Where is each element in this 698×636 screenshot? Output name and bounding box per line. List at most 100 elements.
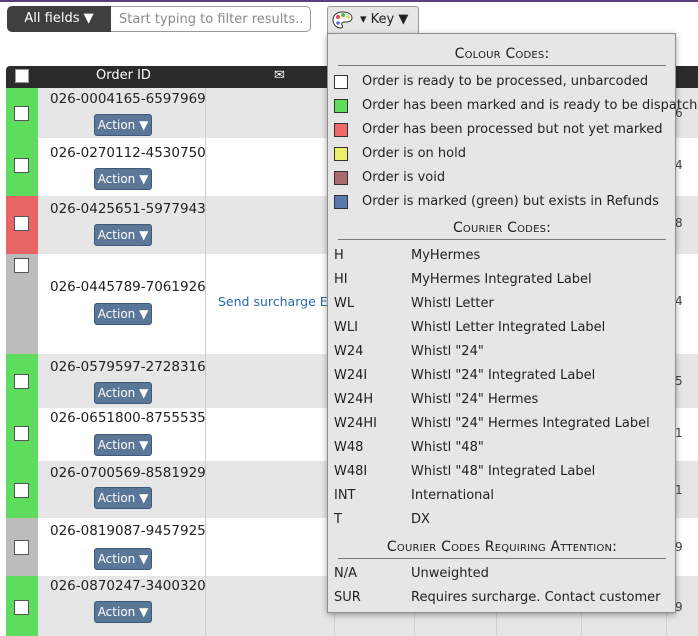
courier-code: W48	[334, 440, 364, 455]
order-id: 026-0270112-4530750	[50, 145, 206, 161]
divider	[338, 558, 666, 559]
courier-code: WLI	[334, 320, 358, 335]
order-id: 026-0004165-6597969	[50, 91, 206, 107]
courier-code-row: W24H Whistl "24" Hermes	[334, 390, 674, 410]
header-mail-icon: ✉	[274, 68, 285, 83]
courier-code-description: Whistl Letter	[411, 296, 494, 311]
order-cell: 026-0819087-9457925 Action ▼	[38, 518, 206, 576]
courier-code-row: WL Whistl Letter	[334, 294, 674, 314]
courier-code-row: INT International	[334, 486, 674, 506]
row-value: 9	[675, 600, 683, 614]
filter-input[interactable]	[111, 6, 311, 32]
courier-code: W48I	[334, 464, 368, 479]
colour-swatch	[334, 99, 348, 113]
row-value: 4	[675, 158, 683, 172]
courier-code-description: Unweighted	[411, 566, 489, 581]
header-order-id[interactable]: Order ID	[96, 68, 151, 83]
action-button[interactable]: Action ▼	[94, 434, 152, 456]
attention-codes-title: Courier Codes Requiring Attention:	[386, 539, 618, 555]
row-checkbox[interactable]	[14, 426, 29, 441]
action-button[interactable]: Action ▼	[94, 224, 152, 246]
courier-code-description: International	[411, 488, 494, 503]
row-checkbox[interactable]	[14, 540, 29, 555]
order-id: 026-0819087-9457925	[50, 523, 206, 539]
row-checkbox[interactable]	[14, 600, 29, 615]
key-label: ▾ Key ▼	[360, 12, 409, 27]
courier-code: W24	[334, 344, 364, 359]
all-fields-dropdown[interactable]: All fields ▼	[7, 6, 111, 32]
colour-code-row: Order has been processed but not yet mar…	[334, 120, 674, 140]
select-all-checkbox[interactable]	[15, 69, 29, 83]
courier-code-description: Whistl "24" Integrated Label	[411, 368, 596, 383]
order-id: 026-0651800-8755535	[50, 410, 206, 426]
courier-code: WL	[334, 296, 355, 311]
order-cell: 026-0651800-8755535 Action ▼	[38, 408, 206, 461]
palette-icon	[332, 11, 353, 29]
divider	[338, 65, 666, 66]
filter-group: All fields ▼	[7, 6, 311, 32]
row-checkbox[interactable]	[14, 258, 29, 273]
courier-code-row: W48 Whistl "48"	[334, 438, 674, 458]
top-toolbar: All fields ▼ ▾ Key ▼	[0, 0, 698, 36]
courier-code-row: N/A Unweighted	[334, 564, 674, 584]
courier-code-description: Whistl Letter Integrated Label	[411, 320, 606, 335]
row-checkbox[interactable]	[14, 483, 29, 498]
courier-code: INT	[334, 488, 356, 503]
send-surcharge-email-link[interactable]: Send surcharge Em	[218, 294, 340, 309]
courier-code-row: SUR Requires surcharge. Contact customer	[334, 588, 674, 608]
row-checkbox[interactable]	[14, 374, 29, 389]
row-value: 8	[675, 216, 683, 230]
colour-code-row: Order is marked (green) but exists in Re…	[334, 192, 674, 212]
colour-code-row: Order is void	[334, 168, 674, 188]
colour-code-text: Order is marked (green) but exists in Re…	[362, 194, 659, 209]
colour-code-row: Order is ready to be processed, unbarcod…	[334, 72, 674, 92]
order-cell: 026-0870247-3400320 Action ▼	[38, 576, 206, 636]
key-panel: Colour Codes: Order is ready to be proce…	[327, 33, 698, 613]
courier-code-description: Requires surcharge. Contact customer	[411, 590, 661, 605]
courier-code-description: Whistl "24"	[411, 344, 484, 359]
colour-code-row: Order is on hold	[334, 144, 674, 164]
courier-code-row: W24I Whistl "24" Integrated Label	[334, 366, 674, 386]
action-button[interactable]: Action ▼	[94, 114, 152, 136]
courier-code: H	[334, 248, 344, 263]
row-value: 1	[675, 426, 683, 440]
courier-code-row: WLI Whistl Letter Integrated Label	[334, 318, 674, 338]
action-button[interactable]: Action ▼	[94, 168, 152, 190]
courier-code: SUR	[334, 590, 361, 605]
colour-code-text: Order has been marked and is ready to be…	[362, 98, 698, 113]
courier-code: T	[334, 512, 342, 527]
courier-code-description: Whistl "48" Integrated Label	[411, 464, 596, 479]
action-button[interactable]: Action ▼	[94, 382, 152, 404]
row-value: 1	[675, 483, 683, 497]
order-id: 026-0425651-5977943	[50, 201, 206, 217]
courier-code-description: DX	[411, 512, 430, 527]
colour-swatch	[334, 195, 348, 209]
row-checkbox[interactable]	[14, 216, 29, 231]
row-checkbox[interactable]	[14, 106, 29, 121]
courier-code: W24I	[334, 368, 368, 383]
courier-code-description: Whistl "48"	[411, 440, 484, 455]
action-button[interactable]: Action ▼	[94, 487, 152, 509]
order-id: 026-0700569-8581929	[50, 465, 206, 481]
action-button[interactable]: Action ▼	[94, 303, 152, 325]
order-id: 026-0445789-7061926	[50, 279, 206, 295]
colour-code-text: Order has been processed but not yet mar…	[362, 122, 663, 137]
courier-code-row: W24 Whistl "24"	[334, 342, 674, 362]
order-cell: 026-0004165-6597969 Action ▼	[38, 88, 206, 138]
row-value: 5	[675, 374, 683, 388]
row-checkbox[interactable]	[14, 158, 29, 173]
colour-code-text: Order is on hold	[362, 146, 466, 161]
action-button[interactable]: Action ▼	[94, 548, 152, 570]
colour-code-text: Order is void	[362, 170, 446, 185]
order-id: 026-0579597-2728316	[50, 359, 206, 375]
courier-code-description: Whistl "24" Hermes	[411, 392, 539, 407]
order-cell: 026-0425651-5977943 Action ▼	[38, 196, 206, 254]
colour-code-row: Order has been marked and is ready to be…	[334, 96, 698, 116]
key-dropdown-button[interactable]: ▾ Key ▼	[327, 6, 419, 34]
colour-swatch	[334, 123, 348, 137]
order-cell: 026-0579597-2728316 Action ▼	[38, 354, 206, 408]
courier-code: W24HI	[334, 416, 378, 431]
courier-code: N/A	[334, 566, 357, 581]
courier-code-row: W24HI Whistl "24" Hermes Integrated Label	[334, 414, 674, 434]
colour-swatch	[334, 147, 348, 161]
